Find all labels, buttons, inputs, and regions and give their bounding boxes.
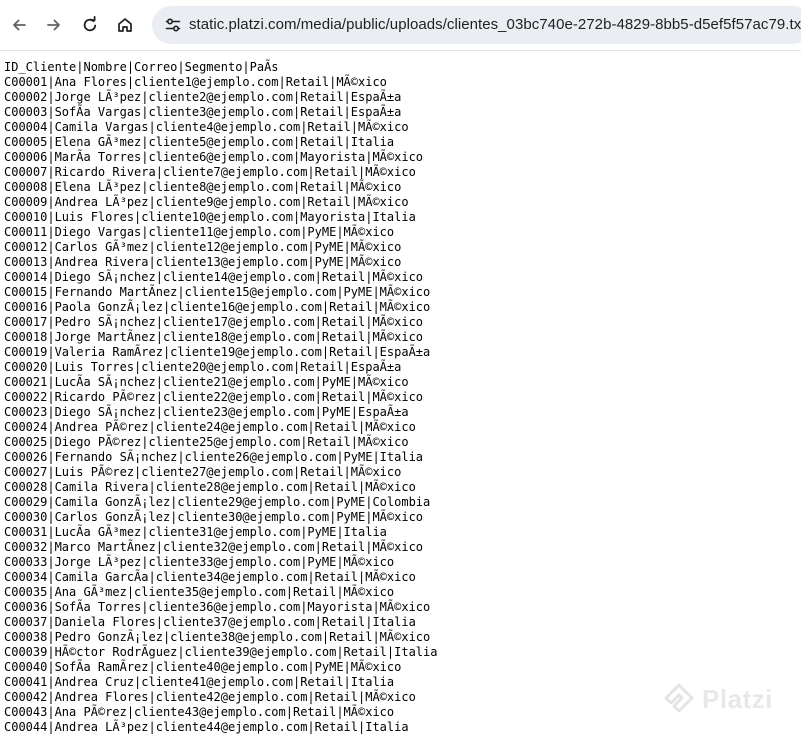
data-line: C00012|Carlos GÃ³mez|cliente12@ejemplo.c… [4,240,402,254]
data-line: C00018|Jorge MartÃnez|cliente18@ejemplo.… [4,330,424,344]
url-text[interactable]: static.platzi.com/media/public/uploads/c… [189,16,801,33]
text-document: ID_Cliente|Nombre|Correo|Segmento|PaÃs C0… [4,60,801,735]
data-line: C00035|Ana GÃ³mez|cliente35@ejemplo.com|… [4,585,395,599]
data-line: C00009|Andrea LÃ³pez|cliente9@ejemplo.co… [4,195,409,209]
browser-toolbar: static.platzi.com/media/public/uploads/c… [0,0,801,51]
data-line: C00030|Carlos GonzÃ¡lez|cliente30@ejempl… [4,510,424,524]
forward-button[interactable] [40,11,68,39]
data-line: C00002|Jorge LÃ³pez|cliente2@ejemplo.com… [4,90,402,104]
data-line: C00014|Diego SÃ¡nchez|cliente14@ejemplo.… [4,270,424,284]
data-line: C00007|Ricardo Rivera|cliente7@ejemplo.c… [4,165,416,179]
data-line: C00029|Camila GonzÃ¡lez|cliente29@ejempl… [4,495,431,509]
reload-button[interactable] [76,11,104,39]
data-line: C00013|Andrea Rivera|cliente13@ejemplo.c… [4,255,402,269]
data-line: C00005|Elena GÃ³mez|cliente5@ejemplo.com… [4,135,395,149]
data-line: C00027|Luis PÃ©rez|cliente27@ejemplo.com… [4,465,402,479]
data-line: C00037|Daniela Flores|cliente37@ejemplo.… [4,615,416,629]
home-icon [118,18,132,32]
data-line: C00036|SofÃa Torres|cliente36@ejemplo.co… [4,600,431,614]
data-line: C00010|Luis Flores|cliente10@ejemplo.com… [4,210,416,224]
data-line: C00008|Elena LÃ³pez|cliente8@ejemplo.com… [4,180,402,194]
home-button[interactable] [111,11,139,39]
data-line: C00015|Fernando MartÃnez|cliente15@ejemp… [4,285,431,299]
data-line: C00006|MarÃa Torres|cliente6@ejemplo.com… [4,150,424,164]
watermark-text: Platzi [702,683,773,714]
data-line: C00019|Valeria RamÃrez|cliente19@ejemplo… [4,345,431,359]
tune-icon [165,18,181,32]
data-line: C00044|Andrea LÃ³pez|cliente44@ejemplo.c… [4,720,409,734]
back-button[interactable] [5,11,33,39]
data-line: C00003|SofÃa Vargas|cliente3@ejemplo.com… [4,105,402,119]
data-line: C00039|HÃ©ctor RodrÃguez|cliente39@ejemp… [4,645,438,659]
data-line: C00024|Andrea PÃ©rez|cliente24@ejemplo.c… [4,420,416,434]
data-line: C00031|LucÃa GÃ³mez|cliente31@ejemplo.co… [4,525,387,539]
site-info-button[interactable] [161,13,185,37]
data-line: C00028|Camila Rivera|cliente28@ejemplo.c… [4,480,416,494]
data-line: C00023|Diego SÃ¡nchez|cliente23@ejemplo.… [4,405,409,419]
data-line: C00026|Fernando SÃ¡nchez|cliente26@ejemp… [4,450,424,464]
back-arrow-icon [13,19,26,31]
data-line: C00021|LucÃa SÃ¡nchez|cliente21@ejemplo.… [4,375,409,389]
data-line: C00032|Marco MartÃnez|cliente32@ejemplo.… [4,540,424,554]
forward-arrow-icon [47,19,60,31]
data-line: C00033|Jorge LÃ³pez|cliente33@ejemplo.co… [4,555,395,569]
data-line: C00017|Pedro SÃ¡nchez|cliente17@ejemplo.… [4,315,424,329]
data-line: C00001|Ana Flores|cliente1@ejemplo.com|R… [4,75,387,89]
data-line: C00040|SofÃa RamÃrez|cliente40@ejemplo.c… [4,660,402,674]
data-line: C00011|Diego Vargas|cliente11@ejemplo.co… [4,225,395,239]
platzi-logo-icon [664,683,694,713]
data-line: C00022|Ricardo PÃ©rez|cliente22@ejemplo.… [4,390,424,404]
data-line: C00025|Diego PÃ©rez|cliente25@ejemplo.co… [4,435,409,449]
data-line: C00038|Pedro GonzÃ¡lez|cliente38@ejemplo… [4,630,431,644]
data-line: C00004|Camila Vargas|cliente4@ejemplo.co… [4,120,409,134]
address-bar[interactable]: static.platzi.com/media/public/uploads/c… [152,6,801,44]
data-line: C00020|Luis Torres|cliente20@ejemplo.com… [4,360,402,374]
reload-icon [83,16,97,32]
platzi-watermark: Platzi [662,676,801,722]
data-line: C00016|Paola GonzÃ¡lez|cliente16@ejemplo… [4,300,431,314]
header-line: ID_Cliente|Nombre|Correo|Segmento|PaÃs [4,60,279,74]
data-line: C00034|Camila GarcÃa|cliente34@ejemplo.c… [4,570,416,584]
